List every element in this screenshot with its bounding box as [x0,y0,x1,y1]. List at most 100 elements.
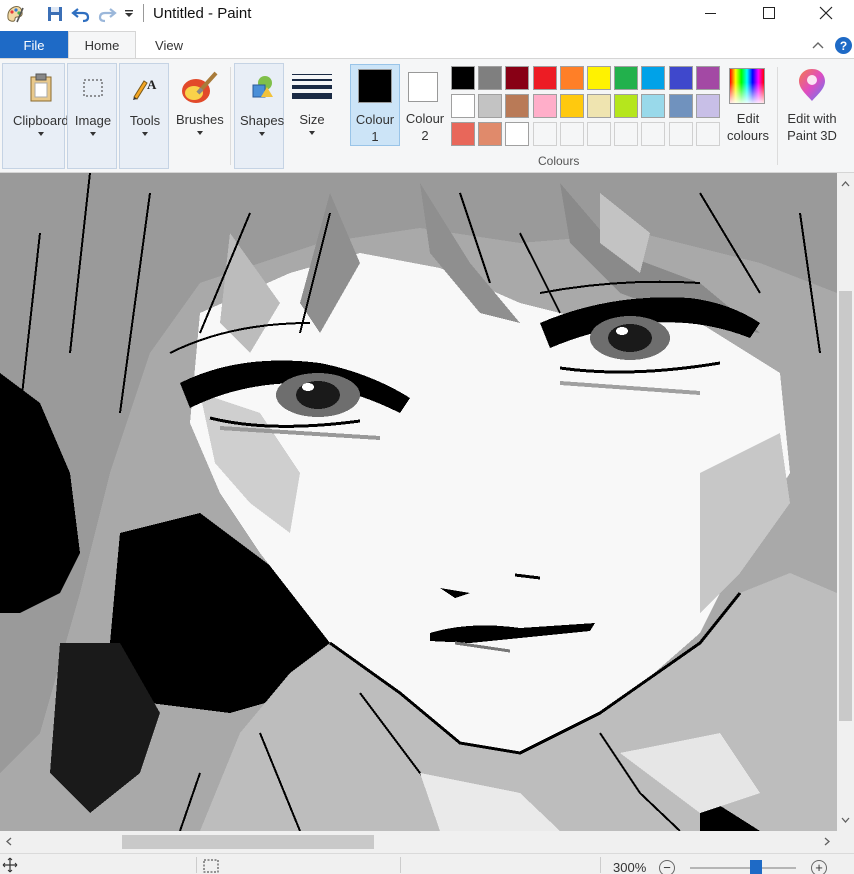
separator [230,67,231,165]
brush-icon [180,67,220,107]
scroll-down-icon[interactable] [837,811,854,828]
tools-button[interactable]: A Tools [125,68,165,136]
colour-swatch[interactable] [614,122,639,146]
colour-swatch[interactable] [532,122,557,146]
canvas-area[interactable] [0,173,837,831]
colour-swatch[interactable] [478,94,503,118]
scroll-right-icon[interactable] [818,833,835,850]
colour-swatch[interactable] [614,94,639,118]
tools-group[interactable]: A Tools [119,63,169,169]
colour-swatch[interactable] [668,94,693,118]
zoom-out-button[interactable]: − [659,860,675,874]
selection-size-icon [203,859,219,874]
line-size-icon [292,67,332,107]
tab-file[interactable]: File [0,31,68,59]
brushes-button[interactable]: Brushes [176,67,224,135]
status-bar: 300% − + [0,853,854,874]
colour-swatch[interactable] [532,94,557,118]
vertical-scrollbar[interactable] [837,173,854,831]
colour2-swatch [408,72,438,102]
colour-swatch[interactable] [505,94,530,118]
colour-swatch[interactable] [451,122,475,146]
redo-icon[interactable] [96,3,118,25]
colour-swatch[interactable] [451,94,475,118]
zoom-in-button[interactable]: + [811,860,827,874]
colour-swatch[interactable] [614,66,639,90]
horizontal-scrollbar[interactable] [0,831,837,853]
edit-colours-label-line2: colours [727,128,769,143]
scroll-corner [837,831,854,853]
zoom-slider-track[interactable] [690,867,796,869]
colour-swatch[interactable] [559,66,584,90]
colour-swatch[interactable] [478,122,503,146]
clipboard-icon [21,68,61,108]
colour1-label-line2: 1 [371,129,379,144]
paint3d-icon [794,66,830,104]
colour-swatch[interactable] [451,66,475,90]
save-icon[interactable] [44,3,66,25]
clipboard-group[interactable]: Clipboard [2,63,69,169]
horizontal-scroll-thumb[interactable] [122,835,374,849]
customize-quick-access-icon[interactable] [118,3,140,25]
colour-swatch[interactable] [641,94,666,118]
undo-icon[interactable] [70,3,92,25]
colour-swatch[interactable] [559,94,584,118]
shapes-group[interactable]: Shapes [234,63,284,169]
size-label: Size [299,112,325,127]
colour1-button[interactable]: Colour 1 [350,64,400,146]
paint3d-label-line1: Edit with [787,111,837,126]
colour-swatch[interactable] [532,66,557,90]
colour-swatch[interactable] [505,66,530,90]
chevron-down-icon [309,131,315,135]
status-separator [196,857,197,873]
colour-swatch[interactable] [478,66,503,90]
colour2-button[interactable]: Colour 2 [402,64,448,146]
chevron-down-icon [196,131,203,135]
minimize-button[interactable] [682,0,740,26]
colour-swatch[interactable] [695,122,720,146]
colour1-label-line1: Colour [355,112,395,127]
chevron-down-icon [259,132,266,136]
colour-swatch[interactable] [587,66,611,90]
image-group[interactable]: Image [67,63,117,169]
size-button[interactable]: Size [292,67,332,135]
collapse-ribbon-icon[interactable] [808,36,828,54]
zoom-level: 300% [613,860,647,874]
colour-swatch[interactable] [668,66,693,90]
colour-swatch[interactable] [505,122,530,146]
colour-swatch[interactable] [641,122,666,146]
image-button[interactable]: Image [73,68,113,136]
help-icon[interactable]: ? [833,36,853,54]
colour-swatch[interactable] [641,66,666,90]
scroll-up-icon[interactable] [837,175,854,192]
clipboard-button[interactable]: Clipboard [13,68,69,136]
colour-swatch[interactable] [695,94,720,118]
colour-swatch[interactable] [587,122,611,146]
maximize-button[interactable] [740,0,798,26]
size-group[interactable]: Size [288,63,338,169]
chevron-down-icon [142,132,148,136]
edit-with-paint3d-button[interactable]: Edit with Paint 3D [781,64,843,148]
image-label: Image [74,113,112,128]
tab-view[interactable]: View [138,31,200,59]
edit-colours-label-line1: Edit [736,111,760,126]
colour-swatch[interactable] [587,94,611,118]
tab-home[interactable]: Home [68,31,136,59]
zoom-slider-thumb[interactable] [749,860,762,874]
brushes-group[interactable]: Brushes [172,63,228,169]
svg-text:A: A [147,77,157,92]
colour-swatch[interactable] [668,122,693,146]
scroll-left-icon[interactable] [0,833,17,850]
colour2-label-line1: Colour [405,111,445,126]
brushes-label: Brushes [176,112,224,127]
paint-app-icon[interactable] [4,3,26,25]
colours-group-label: Colours [538,154,580,168]
close-button[interactable] [797,0,854,26]
colour-swatch[interactable] [695,66,720,90]
shapes-button[interactable]: Shapes [240,68,284,136]
colour-swatch[interactable] [559,122,584,146]
edit-colours-button[interactable]: Edit colours [724,64,772,148]
vertical-scroll-thumb[interactable] [839,291,852,721]
title-separator [143,4,144,22]
drawing-canvas[interactable] [0,173,837,831]
